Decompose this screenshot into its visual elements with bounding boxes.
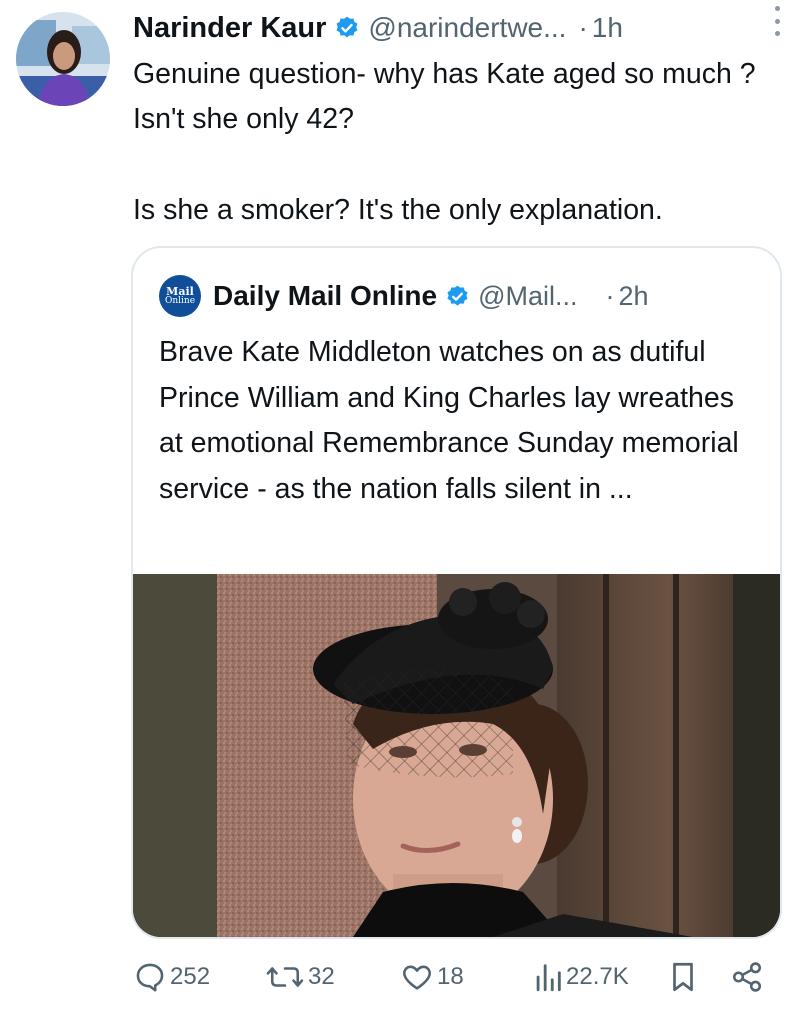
bookmark-icon xyxy=(668,960,698,994)
author-avatar[interactable] xyxy=(16,12,110,106)
more-options-icon[interactable] xyxy=(772,6,782,36)
avatar-image xyxy=(16,12,110,106)
tweet-header: Narinder Kaur @narindertwe... · 1h xyxy=(133,8,783,48)
tweet-time[interactable]: 1h xyxy=(592,12,623,44)
reply-button[interactable]: 252 xyxy=(133,955,210,999)
author-name[interactable]: Narinder Kaur xyxy=(133,12,326,45)
separator-dot: · xyxy=(605,280,615,311)
reply-icon xyxy=(133,960,167,994)
verified-badge-icon xyxy=(334,15,360,41)
share-icon xyxy=(730,960,764,994)
tweet-text: Genuine question- why has Kate aged so m… xyxy=(133,52,788,233)
quoted-author-name[interactable]: Daily Mail Online xyxy=(213,280,437,312)
photo-image xyxy=(133,574,780,937)
quoted-tweet-photo[interactable] xyxy=(133,574,780,937)
views-icon xyxy=(533,960,563,994)
views-button[interactable]: 22.7K xyxy=(533,955,629,999)
repost-icon xyxy=(265,960,305,994)
quoted-tweet-header: Mail Online Daily Mail Online @Mail... ·… xyxy=(159,274,759,318)
quoted-tweet-text: Brave Kate Middleton watches on as dutif… xyxy=(159,336,739,505)
tweet-action-bar: 252 32 18 22.7K xyxy=(133,955,783,999)
author-handle[interactable]: @narindertwe... xyxy=(368,12,566,44)
share-button[interactable] xyxy=(730,955,764,999)
tweet-paragraph: Is she a smoker? It's the only explanati… xyxy=(133,194,663,226)
repost-count: 32 xyxy=(308,963,335,990)
heart-icon xyxy=(400,960,434,994)
quoted-tweet-time[interactable]: 2h xyxy=(618,281,648,312)
bookmark-button[interactable] xyxy=(668,955,698,999)
verified-badge-icon xyxy=(445,284,470,309)
logo-text: Online xyxy=(164,296,196,306)
like-button[interactable]: 18 xyxy=(400,955,464,999)
quoted-author-handle[interactable]: @Mail... xyxy=(478,281,577,312)
tweet-paragraph: Genuine question- why has Kate aged so m… xyxy=(133,58,756,135)
like-count: 18 xyxy=(437,963,464,990)
quoted-tweet-card[interactable]: Mail Online Daily Mail Online @Mail... ·… xyxy=(131,246,782,939)
view-count: 22.7K xyxy=(566,963,629,990)
daily-mail-logo[interactable]: Mail Online xyxy=(159,275,201,317)
separator-dot: · xyxy=(578,12,588,43)
repost-button[interactable]: 32 xyxy=(265,955,335,999)
reply-count: 252 xyxy=(170,963,211,990)
